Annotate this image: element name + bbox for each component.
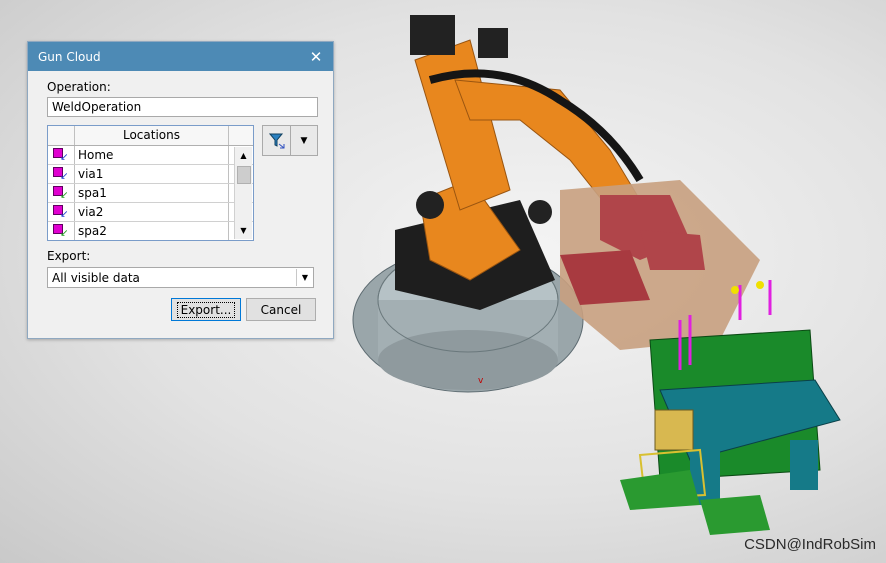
- export-selected-value: All visible data: [52, 270, 140, 285]
- location-row[interactable]: ↙via1✓: [48, 165, 253, 184]
- export-button[interactable]: Export...: [171, 298, 241, 321]
- chevron-down-icon[interactable]: ▼: [291, 126, 317, 155]
- locations-rows: ↙Home✓↙via1✓↙spa1✓↙via2✓↙spa2✓: [48, 146, 253, 240]
- locations-scrollbar[interactable]: ▲ ▼: [234, 147, 252, 239]
- locations-grid[interactable]: Locations ↙Home✓↙via1✓↙spa1✓↙via2✓↙spa2✓: [47, 125, 254, 241]
- location-name: spa1: [75, 184, 229, 202]
- close-icon[interactable]: ✕: [299, 42, 333, 71]
- operation-field[interactable]: WeldOperation: [47, 97, 318, 117]
- header-check-column: [229, 126, 253, 145]
- scroll-thumb[interactable]: [237, 166, 251, 184]
- header-icon-column: [48, 126, 75, 145]
- filter-icon[interactable]: [263, 126, 291, 155]
- via-location-icon: ↙: [48, 203, 75, 221]
- dialog-titlebar[interactable]: Gun Cloud ✕: [28, 42, 333, 71]
- export-label: Export:: [47, 249, 91, 263]
- operation-label: Operation:: [47, 80, 111, 94]
- locations-column-header[interactable]: Locations: [75, 126, 229, 145]
- location-row[interactable]: ↙spa2✓: [48, 222, 253, 240]
- export-dropdown[interactable]: All visible data ▼: [47, 267, 314, 288]
- via-location-icon: ↙: [48, 165, 75, 183]
- svg-text:v: v: [478, 376, 484, 386]
- weld-gun-cloud: [560, 180, 760, 350]
- chevron-down-icon[interactable]: ▼: [296, 269, 313, 286]
- weld-point-icon: ↙: [48, 184, 75, 202]
- watermark-text: CSDN@IndRobSim: [744, 536, 876, 553]
- cancel-button[interactable]: Cancel: [246, 298, 316, 321]
- location-row[interactable]: ↙spa1✓: [48, 184, 253, 203]
- gun-cloud-dialog: Gun Cloud ✕ Operation: WeldOperation Loc…: [27, 41, 334, 339]
- scroll-down-icon[interactable]: ▼: [235, 222, 252, 239]
- export-button-label: Export...: [176, 301, 236, 318]
- location-name: via2: [75, 203, 229, 221]
- location-name: via1: [75, 165, 229, 183]
- via-location-icon: ↙: [48, 146, 75, 164]
- location-row[interactable]: ↙via2✓: [48, 203, 253, 222]
- locations-grid-header: Locations: [48, 126, 253, 146]
- scroll-up-icon[interactable]: ▲: [235, 147, 252, 164]
- location-name: spa2: [75, 222, 229, 240]
- location-name: Home: [75, 146, 229, 164]
- dialog-title: Gun Cloud: [38, 49, 101, 64]
- weld-point-icon: ↙: [48, 222, 75, 240]
- location-row[interactable]: ↙Home✓: [48, 146, 253, 165]
- filter-button[interactable]: ▼: [262, 125, 318, 156]
